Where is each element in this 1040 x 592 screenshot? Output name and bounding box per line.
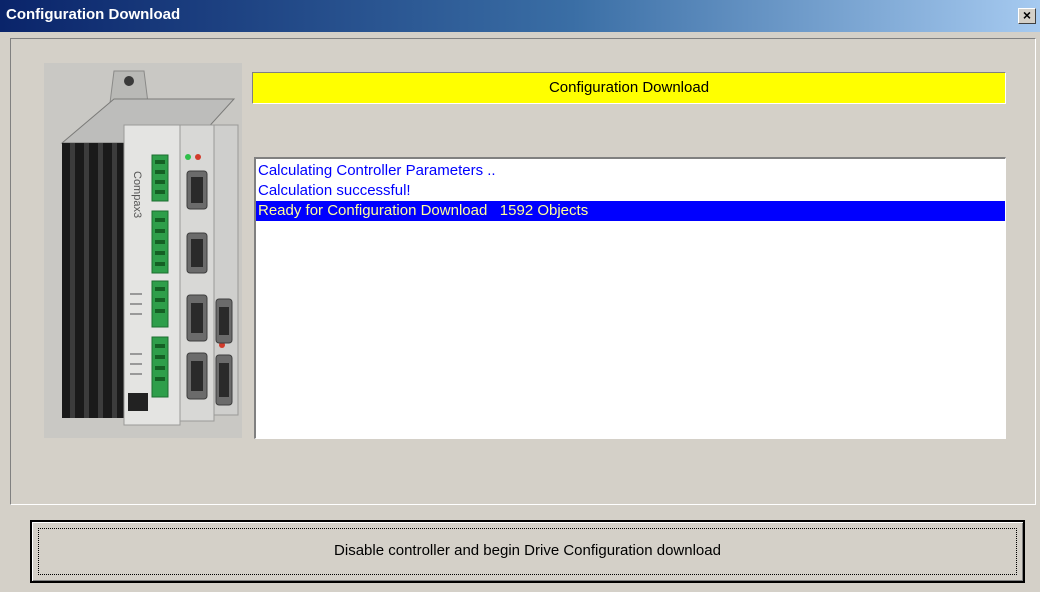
servo-drive-illustration: Compax3	[60, 70, 239, 426]
status-log-list[interactable]: Calculating Controller Parameters .. Cal…	[254, 157, 1006, 439]
device-image: Compax3	[44, 63, 242, 438]
log-line[interactable]: Calculating Controller Parameters ..	[256, 161, 1005, 181]
title-bar: Configuration Download ×	[0, 0, 1040, 32]
log-line-selected[interactable]: Ready for Configuration Download 1592 Ob…	[256, 201, 1005, 221]
begin-download-label: Disable controller and begin Drive Confi…	[334, 542, 721, 559]
begin-download-button[interactable]: Disable controller and begin Drive Confi…	[30, 520, 1025, 583]
close-icon: ×	[1022, 7, 1032, 23]
window-title: Configuration Download	[6, 6, 181, 23]
log-line[interactable]: Calculation successful!	[256, 181, 1005, 201]
svg-text:Compax3: Compax3	[131, 171, 143, 218]
close-button[interactable]: ×	[1018, 8, 1036, 24]
header-banner: Configuration Download	[252, 72, 1006, 104]
